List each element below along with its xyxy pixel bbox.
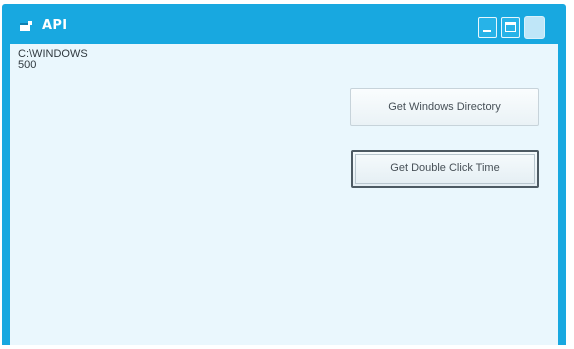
output-line-double-click-time: 500 (18, 59, 37, 71)
window-title: API (42, 18, 68, 33)
minimize-button[interactable] (478, 17, 497, 38)
client-area: C:\WINDOWS 500 Get Windows Directory Get… (10, 44, 558, 345)
maximize-icon (505, 22, 516, 32)
get-double-click-time-label: Get Double Click Time (390, 162, 500, 174)
get-windows-directory-label: Get Windows Directory (388, 101, 501, 113)
minimize-icon (483, 30, 491, 32)
title-bar[interactable]: API (2, 4, 566, 44)
close-button[interactable] (524, 16, 545, 39)
output-text: C:\WINDOWS 500 (18, 49, 88, 71)
get-windows-directory-button[interactable]: Get Windows Directory (350, 88, 539, 126)
get-double-click-time-button[interactable]: Get Double Click Time (351, 150, 539, 188)
app-window: API C:\WINDOWS 500 Get Windows Directory… (2, 4, 566, 345)
maximize-button[interactable] (501, 17, 520, 38)
app-icon[interactable] (19, 21, 33, 32)
